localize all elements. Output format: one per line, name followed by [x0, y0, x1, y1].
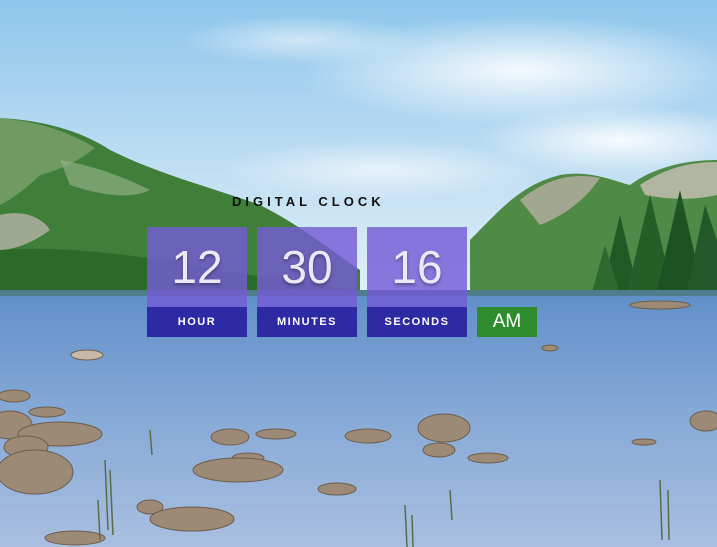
- minutes-value: 30: [281, 241, 333, 293]
- am-pm-badge: AM: [477, 307, 537, 337]
- clock-title: DIGITAL CLOCK: [232, 194, 385, 209]
- seconds-value: 16: [391, 241, 443, 293]
- clock-page: DIGITAL CLOCK 12 HOUR 30 MINUTES 16 SECO…: [0, 0, 717, 547]
- seconds-display: 16: [367, 227, 467, 307]
- hours-value: 12: [171, 241, 223, 293]
- hours-display: 12: [147, 227, 247, 307]
- hours-tile: 12 HOUR: [147, 227, 247, 337]
- minutes-label-bar: MINUTES: [257, 307, 357, 337]
- minutes-display: 30: [257, 227, 357, 307]
- seconds-tile: 16 SECONDS: [367, 227, 467, 337]
- minutes-tile: 30 MINUTES: [257, 227, 357, 337]
- hours-label-bar: HOUR: [147, 307, 247, 337]
- minutes-label: MINUTES: [277, 316, 337, 328]
- seconds-label: SECONDS: [384, 316, 450, 328]
- lake-mountain-background: [0, 0, 717, 547]
- seconds-label-bar: SECONDS: [367, 307, 467, 337]
- am-pm-label: AM: [492, 311, 522, 332]
- hours-label: HOUR: [177, 316, 217, 328]
